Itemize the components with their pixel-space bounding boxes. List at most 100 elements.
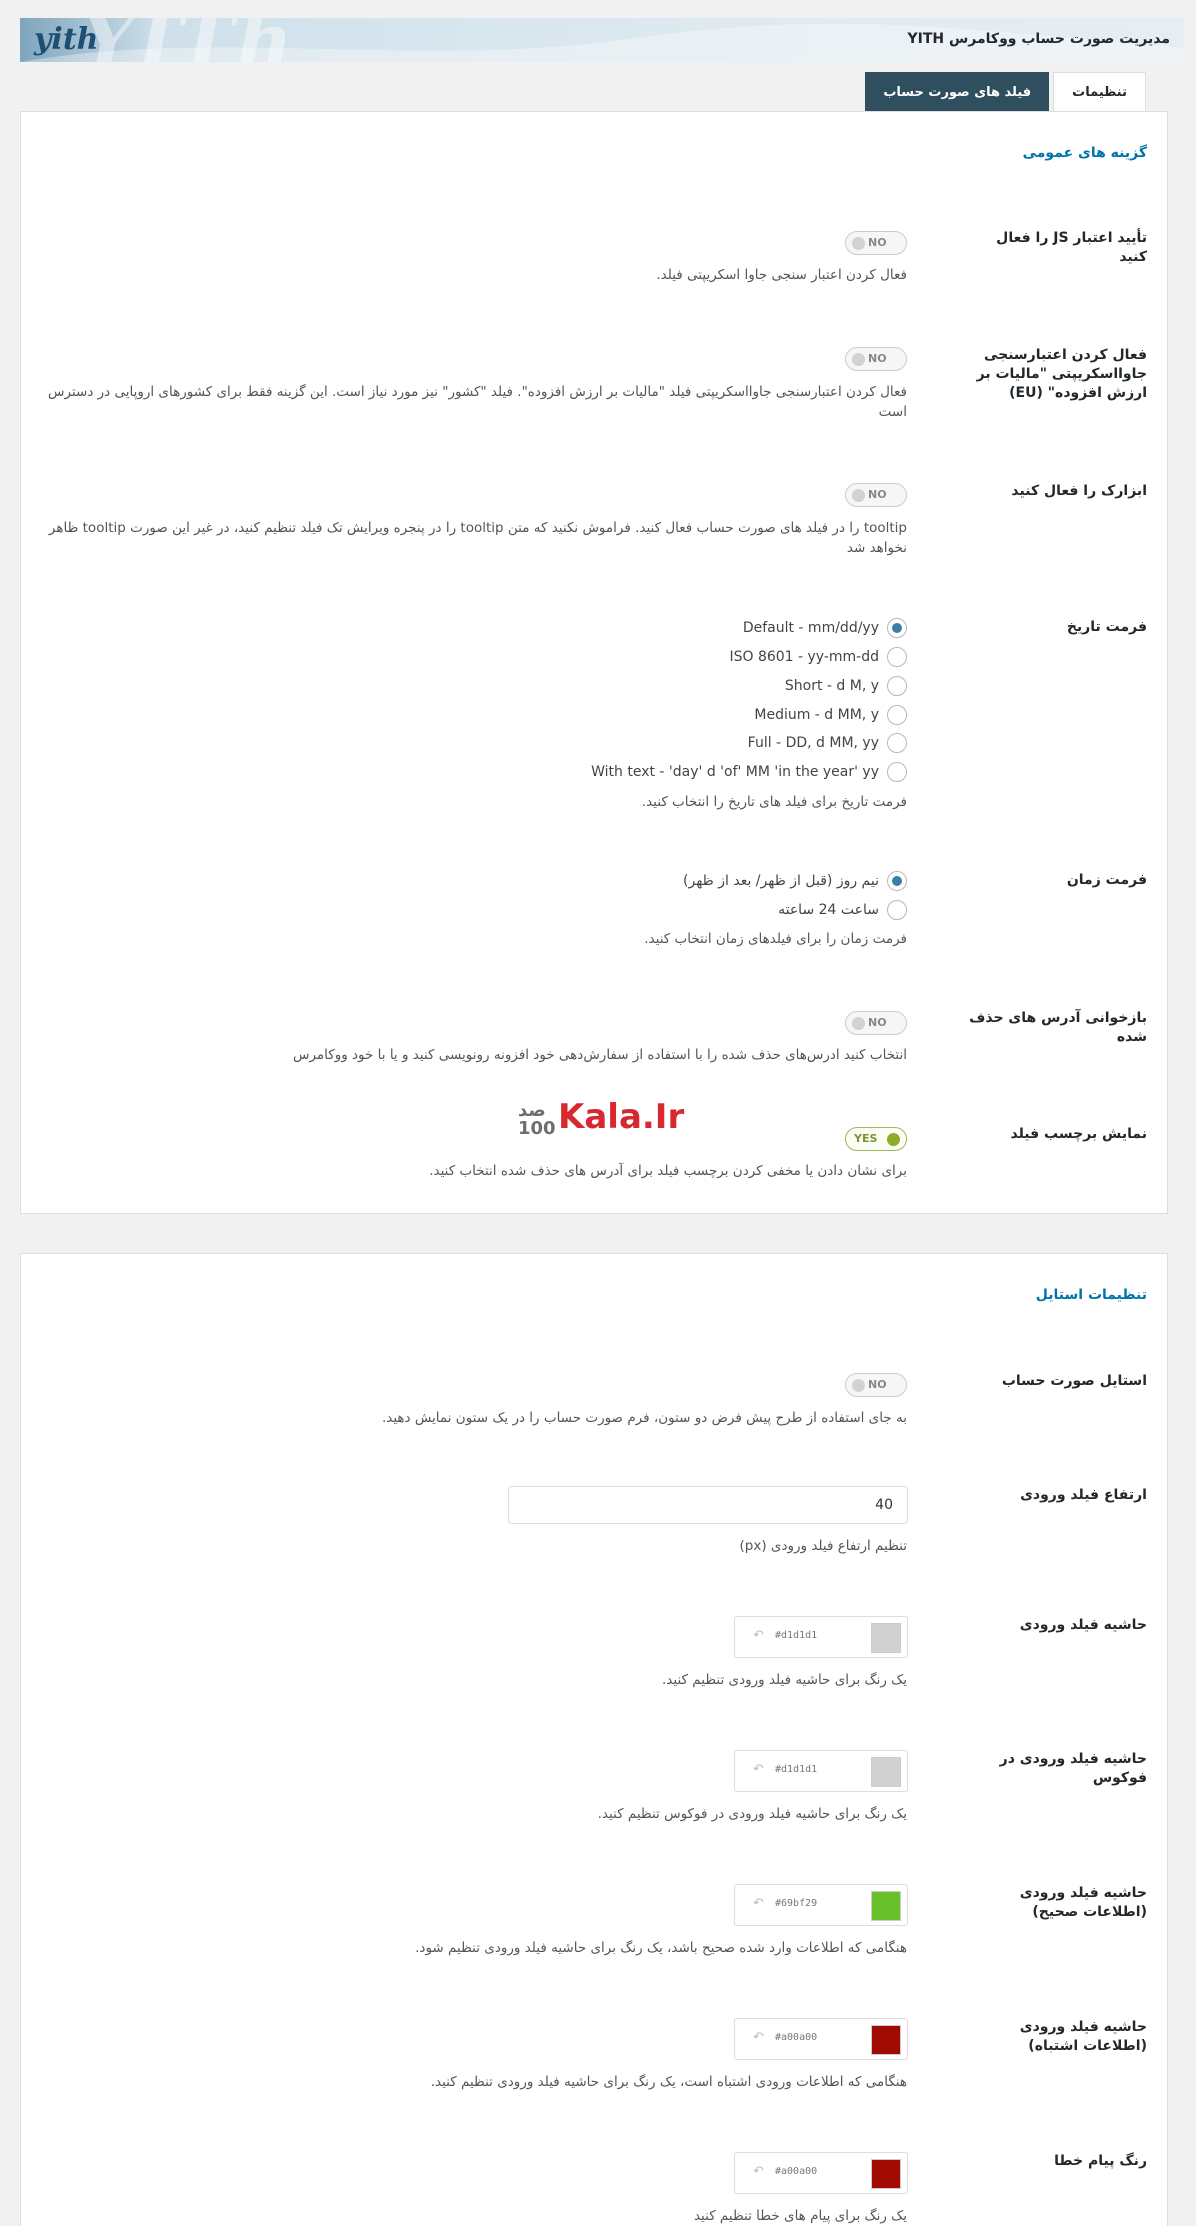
input-border-valid-desc: هنگامی که اطلاعات وارد شده صحیح باشد، یک… bbox=[415, 1940, 907, 1956]
site-watermark-logo: صد 100 Kala.Ir bbox=[518, 1097, 685, 1142]
color-swatch[interactable] bbox=[871, 1757, 901, 1787]
js-validation-desc: فعال کردن اعتبار سنجی جاوا اسکریپتی فیلد… bbox=[656, 267, 907, 283]
section-title-general: گزینه های عمومی bbox=[1022, 145, 1147, 161]
input-border-color-picker[interactable]: #d1d1d1 ↶ bbox=[734, 1616, 908, 1658]
toggle-knob bbox=[852, 1379, 865, 1392]
invoice-style-toggle[interactable]: NO bbox=[845, 1373, 907, 1397]
reset-icon[interactable]: ↶ bbox=[753, 2030, 764, 2045]
color-hex: #d1d1d1 bbox=[775, 1764, 818, 1775]
tooltip-desc: tooltip را در فیلد های صورت حساب فعال کن… bbox=[48, 520, 907, 557]
vat-validation-toggle[interactable]: NO bbox=[845, 347, 907, 371]
watermark-part2: Kala.Ir bbox=[558, 1097, 685, 1137]
radio-label: Default - mm/dd/yy bbox=[742, 620, 879, 636]
toggle-text: NO bbox=[868, 1378, 887, 1391]
time-format-option-24h[interactable]: ساعت 24 ساعته bbox=[778, 899, 907, 921]
input-border-valid-color-picker[interactable]: #69bf29 ↶ bbox=[734, 1884, 908, 1926]
invoice-style-label: استایل صورت حساب bbox=[1001, 1373, 1147, 1389]
header-banner: YITh yith مدیریت صورت حساب ووکامرس YITH bbox=[20, 18, 1184, 62]
toggle-knob bbox=[852, 237, 865, 250]
time-format-option-12h[interactable]: نیم روز (قبل از ظهر/ بعد از ظهر) bbox=[683, 870, 907, 892]
radio-button[interactable] bbox=[887, 871, 907, 891]
restore-address-desc: انتخاب کنید ادرس‌های حذف شده را با استفا… bbox=[293, 1047, 907, 1063]
date-format-option-iso[interactable]: ISO 8601 - yy-mm-dd bbox=[729, 646, 907, 668]
color-swatch[interactable] bbox=[871, 2025, 901, 2055]
color-hex: #a00a00 bbox=[775, 2032, 818, 2043]
invoice-style-desc: به جای استفاده از طرح پیش فرض دو ستون، ف… bbox=[381, 1410, 907, 1426]
toggle-text: NO bbox=[868, 236, 887, 249]
toggle-text: YES bbox=[854, 1132, 878, 1145]
toggle-text: NO bbox=[868, 352, 887, 365]
radio-label: Short - d M, y bbox=[784, 678, 879, 694]
date-format-desc: فرمت تاریخ برای فیلد های تاریخ را انتخاب… bbox=[641, 794, 907, 810]
date-format-option-medium[interactable]: Medium - d MM, y bbox=[754, 704, 907, 726]
input-border-focus-desc: یک رنگ برای حاشیه فیلد ورودی در فوکوس تن… bbox=[597, 1806, 907, 1822]
banner-watermark: YITh bbox=[80, 18, 295, 62]
restore-address-toggle[interactable]: NO bbox=[845, 1011, 907, 1035]
tab-settings[interactable]: تنظیمات bbox=[1053, 72, 1146, 112]
date-format-option-default[interactable]: Default - mm/dd/yy bbox=[743, 617, 907, 639]
tab-checkout-fields[interactable]: فیلد های صورت حساب bbox=[865, 72, 1050, 112]
radio-button[interactable] bbox=[887, 676, 907, 696]
error-color-picker[interactable]: #a00a00 ↶ bbox=[734, 2152, 908, 2194]
input-border-focus-color-picker[interactable]: #d1d1d1 ↶ bbox=[734, 1750, 908, 1792]
input-height-label: ارتفاع فیلد ورودی bbox=[1020, 1487, 1147, 1503]
date-format-option-text[interactable]: With text - 'day' d 'of' MM 'in the year… bbox=[591, 761, 907, 783]
toggle-knob bbox=[852, 1017, 865, 1030]
input-border-desc: یک رنگ برای حاشیه فیلد ورودی تنظیم کنید. bbox=[662, 1672, 907, 1688]
radio-label: ISO 8601 - yy-mm-dd bbox=[729, 649, 879, 665]
vat-validation-desc: فعال کردن اعتبارسنجی جاوااسکریپتی فیلد "… bbox=[48, 384, 907, 421]
style-settings-panel: تنظیمات استایل استایل صورت حساب NO به جا… bbox=[20, 1253, 1168, 2226]
input-border-valid-label: حاشیه فیلد ورودی (اطلاعات صحیح) bbox=[1019, 1885, 1147, 1920]
js-validation-toggle[interactable]: NO bbox=[845, 231, 907, 255]
reset-icon[interactable]: ↶ bbox=[753, 1762, 764, 1777]
restore-address-label: بازخوانی آدرس های حذف شده bbox=[969, 1010, 1147, 1045]
error-color-label: رنگ پیام خطا bbox=[1054, 2153, 1147, 2169]
time-format-label: فرمت زمان bbox=[1066, 872, 1147, 888]
color-swatch[interactable] bbox=[871, 1891, 901, 1921]
radio-label: Full - DD, d MM, yy bbox=[747, 735, 879, 751]
tab-bar: تنظیمات فیلد های صورت حساب bbox=[865, 72, 1146, 112]
color-hex: #a00a00 bbox=[775, 2166, 818, 2177]
toggle-knob bbox=[852, 489, 865, 502]
toggle-knob bbox=[852, 353, 865, 366]
page-title: مدیریت صورت حساب ووکامرس YITH bbox=[907, 31, 1170, 47]
show-label-toggle[interactable]: YES bbox=[845, 1127, 907, 1151]
color-swatch[interactable] bbox=[871, 1623, 901, 1653]
date-format-option-full[interactable]: Full - DD, d MM, yy bbox=[748, 732, 907, 754]
general-options-panel: گزینه های عمومی تأیید اعتبار JS را فعال … bbox=[20, 111, 1168, 1214]
tooltip-toggle[interactable]: NO bbox=[845, 483, 907, 507]
radio-label: نیم روز (قبل از ظهر/ بعد از ظهر) bbox=[683, 873, 879, 889]
input-border-invalid-color-picker[interactable]: #a00a00 ↶ bbox=[734, 2018, 908, 2060]
radio-button[interactable] bbox=[887, 900, 907, 920]
radio-label: Medium - d MM, y bbox=[754, 707, 879, 723]
toggle-text: NO bbox=[868, 1016, 887, 1029]
color-swatch[interactable] bbox=[871, 2159, 901, 2189]
input-height-desc: تنظیم ارتفاع فیلد ورودی (px) bbox=[739, 1538, 907, 1554]
toggle-text: NO bbox=[868, 488, 887, 501]
tooltip-label: ابزارک را فعال کنید bbox=[1011, 483, 1147, 499]
watermark-part1: صد 100 bbox=[518, 1100, 556, 1139]
yith-logo: yith bbox=[34, 22, 99, 57]
radio-button[interactable] bbox=[887, 647, 907, 667]
error-color-desc: یک رنگ برای پیام های خطا تنظیم کنید bbox=[693, 2208, 907, 2224]
color-hex: #69bf29 bbox=[775, 1898, 818, 1909]
toggle-knob bbox=[887, 1133, 900, 1146]
js-validation-label: تأیید اعتبار JS را فعال کنید bbox=[996, 230, 1147, 265]
radio-label: ساعت 24 ساعته bbox=[778, 902, 879, 918]
input-border-invalid-label: حاشیه فیلد ورودی (اطلاعات اشتباه) bbox=[1019, 2019, 1147, 2054]
time-format-desc: فرمت زمان را برای فیلدهای زمان انتخاب کن… bbox=[644, 931, 907, 947]
reset-icon[interactable]: ↶ bbox=[753, 1628, 764, 1643]
reset-icon[interactable]: ↶ bbox=[753, 2164, 764, 2179]
input-height-field[interactable] bbox=[508, 1486, 908, 1524]
section-title-style: تنظیمات استایل bbox=[1035, 1287, 1147, 1303]
input-border-focus-label: حاشیه فیلد ورودی در فوکوس bbox=[999, 1751, 1147, 1786]
radio-button[interactable] bbox=[887, 733, 907, 753]
reset-icon[interactable]: ↶ bbox=[753, 1896, 764, 1911]
radio-button[interactable] bbox=[887, 762, 907, 782]
radio-button[interactable] bbox=[887, 618, 907, 638]
radio-button[interactable] bbox=[887, 705, 907, 725]
date-format-option-short[interactable]: Short - d M, y bbox=[785, 675, 907, 697]
color-hex: #d1d1d1 bbox=[775, 1630, 818, 1641]
radio-label: With text - 'day' d 'of' MM 'in the year… bbox=[591, 764, 879, 780]
show-label-desc: برای نشان دادن یا مخفی کردن برچسب فیلد ب… bbox=[429, 1163, 907, 1179]
